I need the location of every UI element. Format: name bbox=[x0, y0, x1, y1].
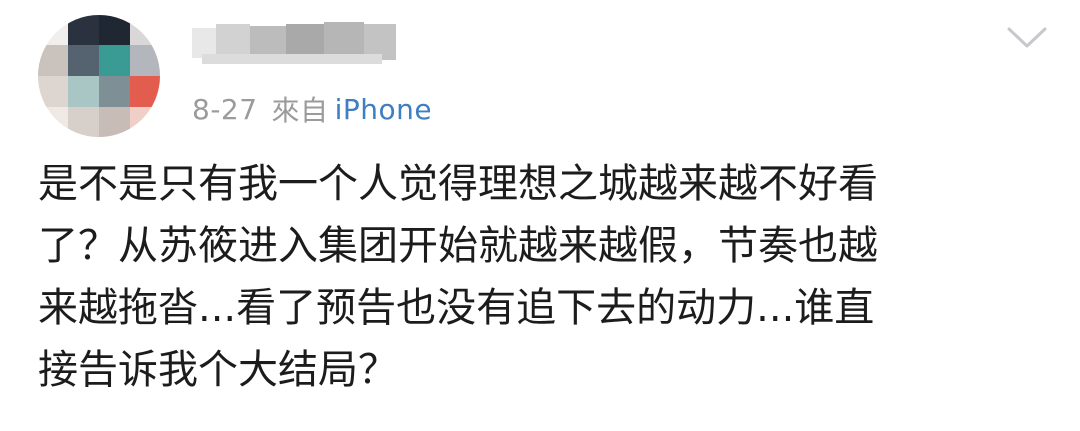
chevron-down-icon[interactable] bbox=[1005, 22, 1049, 52]
source-device-link[interactable]: iPhone bbox=[335, 93, 433, 126]
source-prefix: 來自 bbox=[271, 94, 329, 127]
post-meta: 8-27 來自 iPhone bbox=[192, 87, 432, 131]
post-date: 8-27 bbox=[192, 92, 258, 126]
post-body-line: 接告诉我个大结局？ bbox=[38, 347, 398, 393]
post-body: 是不是只有我一个人觉得理想之城越来越不好看 了？从苏筱进入集团开始就越来越假，节… bbox=[38, 153, 1038, 401]
avatar[interactable] bbox=[38, 15, 160, 137]
username[interactable] bbox=[192, 20, 396, 66]
post-body-line: 了？从苏筱进入集团开始就越来越假，节奏也越 bbox=[38, 223, 878, 269]
post-body-line: 是不是只有我一个人觉得理想之城越来越不好看 bbox=[38, 161, 878, 207]
weibo-post: 8-27 來自 iPhone 是不是只有我一个人觉得理想之城越来越不好看 了？从… bbox=[0, 0, 1080, 431]
post-body-line: 来越拖沓...看了预告也没有追下去的动力...谁直 bbox=[38, 285, 875, 331]
